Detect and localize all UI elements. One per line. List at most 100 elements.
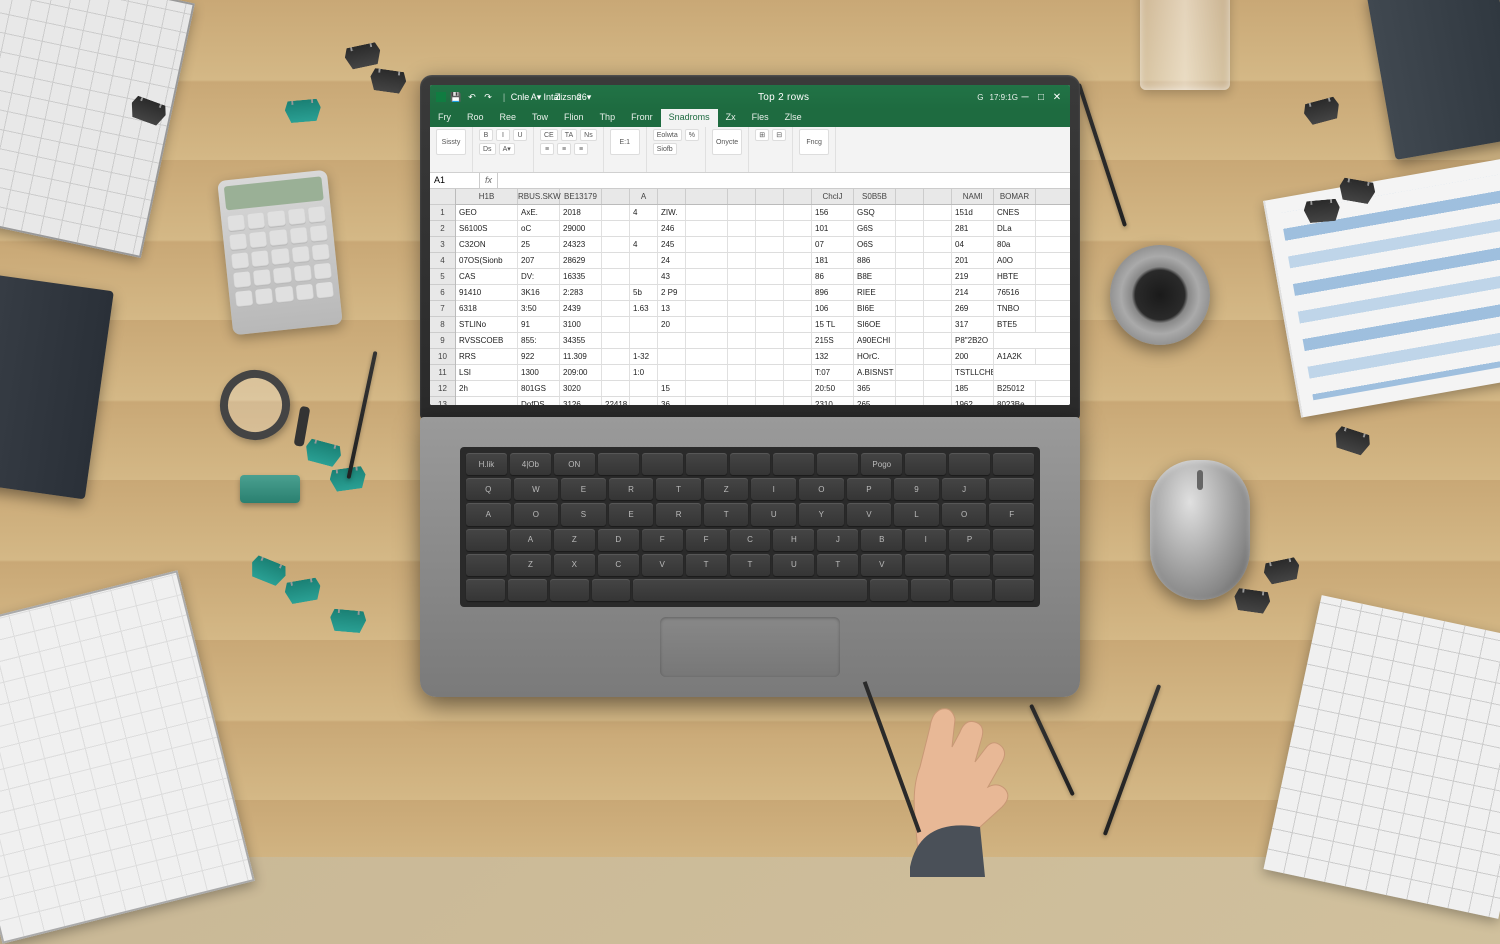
cell[interactable]: 2439 (560, 301, 602, 316)
cell[interactable] (756, 301, 784, 316)
cell[interactable]: A90ECHI (854, 333, 896, 348)
cell[interactable] (630, 397, 658, 405)
column-header[interactable] (728, 189, 756, 204)
cell[interactable]: 2:283 (560, 285, 602, 300)
cell[interactable] (686, 397, 728, 405)
row-header[interactable]: 8 (430, 317, 455, 333)
minimize-button[interactable]: ─ (1018, 90, 1032, 104)
cell[interactable] (784, 253, 812, 268)
cell[interactable]: RIEE (854, 285, 896, 300)
cell[interactable]: 3126 (560, 397, 602, 405)
cell[interactable] (602, 365, 630, 380)
cell[interactable] (784, 301, 812, 316)
cell[interactable]: G6S (854, 221, 896, 236)
cell[interactable]: HBTE (994, 269, 1036, 284)
cell[interactable]: CNES (994, 205, 1036, 220)
cell[interactable]: 106 (812, 301, 854, 316)
cell[interactable]: 245 (658, 237, 686, 252)
cell[interactable] (896, 221, 924, 236)
cell[interactable] (924, 253, 952, 268)
cell[interactable]: 24 (658, 253, 686, 268)
cell[interactable]: 132 (812, 349, 854, 364)
cell[interactable]: 3K16 (518, 285, 560, 300)
cell[interactable] (896, 333, 924, 348)
cell[interactable]: BTE5 (994, 317, 1036, 332)
align-center-button[interactable]: ≡ (557, 143, 571, 155)
cell[interactable] (756, 285, 784, 300)
cell[interactable]: 181 (812, 253, 854, 268)
cell[interactable]: B8E (854, 269, 896, 284)
cell[interactable] (756, 317, 784, 332)
ribbon-button[interactable]: Onycte (712, 129, 742, 155)
cell[interactable] (686, 381, 728, 396)
cell[interactable] (924, 365, 952, 380)
cell[interactable] (602, 381, 630, 396)
cell[interactable] (602, 285, 630, 300)
cell[interactable]: 4 (630, 237, 658, 252)
cell[interactable]: 28629 (560, 253, 602, 268)
cell[interactable]: ZIW. (658, 205, 686, 220)
cell[interactable] (602, 221, 630, 236)
cell[interactable] (896, 349, 924, 364)
column-header[interactable] (602, 189, 630, 204)
cell[interactable] (630, 253, 658, 268)
save-icon[interactable]: 💾 (450, 91, 462, 103)
close-button[interactable]: ✕ (1050, 90, 1064, 104)
ribbon-button[interactable]: E:1 (610, 129, 640, 155)
ribbon-tab[interactable]: Tow (524, 109, 556, 127)
cell[interactable] (924, 221, 952, 236)
ribbon-tab[interactable]: Roo (459, 109, 492, 127)
cell[interactable]: AxE. (518, 205, 560, 220)
cell[interactable]: GEO (456, 205, 518, 220)
column-header[interactable] (924, 189, 952, 204)
row-header[interactable]: 1 (430, 205, 455, 221)
cell[interactable]: 15 TL (812, 317, 854, 332)
cell[interactable]: B25012 (994, 381, 1036, 396)
cell[interactable] (686, 301, 728, 316)
cell[interactable]: 91 (518, 317, 560, 332)
cell[interactable] (784, 349, 812, 364)
ribbon-button[interactable]: % (685, 129, 699, 141)
cell[interactable] (896, 397, 924, 405)
ribbon-button[interactable]: CE (540, 129, 558, 141)
redo-icon[interactable]: ↷ (482, 91, 494, 103)
ribbon-tab[interactable]: Zx (718, 109, 744, 127)
cell[interactable]: 156 (812, 205, 854, 220)
cell[interactable]: 15 (658, 381, 686, 396)
cell[interactable]: A1A2K (994, 349, 1036, 364)
cell[interactable] (784, 205, 812, 220)
cell[interactable]: 8023Be (994, 397, 1036, 405)
cell[interactable]: 801GS (518, 381, 560, 396)
row-header[interactable]: 10 (430, 349, 455, 365)
row-header[interactable]: 11 (430, 365, 455, 381)
cell[interactable]: DLa (994, 221, 1036, 236)
cell[interactable]: 3100 (560, 317, 602, 332)
cell[interactable] (784, 221, 812, 236)
bold-button[interactable]: B (479, 129, 493, 141)
cell[interactable]: 246 (658, 221, 686, 236)
cell[interactable]: 281 (952, 221, 994, 236)
cell[interactable] (924, 205, 952, 220)
ribbon-button[interactable]: Fncg (799, 129, 829, 155)
column-header[interactable] (658, 189, 686, 204)
cell[interactable] (924, 397, 952, 405)
cell[interactable]: 215S (812, 333, 854, 348)
cell[interactable] (924, 333, 952, 348)
cell[interactable]: GSQ (854, 205, 896, 220)
paste-button[interactable]: Sissty (436, 129, 466, 155)
cell[interactable] (686, 237, 728, 252)
cell[interactable] (602, 253, 630, 268)
ribbon-tab[interactable]: Flion (556, 109, 592, 127)
row-header[interactable]: 2 (430, 221, 455, 237)
insert-button[interactable]: ⊞ (755, 129, 769, 141)
cell[interactable] (602, 333, 630, 348)
cell[interactable]: 36 (658, 397, 686, 405)
cell[interactable] (924, 317, 952, 332)
cell[interactable]: 2310 (812, 397, 854, 405)
fx-icon[interactable]: fx (480, 173, 498, 188)
cell[interactable] (728, 285, 756, 300)
cell[interactable]: 201 (952, 253, 994, 268)
cell[interactable]: 2h (456, 381, 518, 396)
cell[interactable]: 5b (630, 285, 658, 300)
column-header[interactable] (896, 189, 924, 204)
